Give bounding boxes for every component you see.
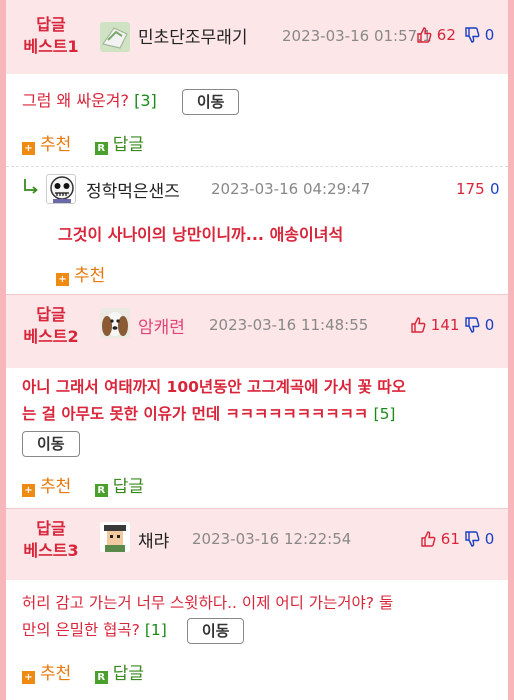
upvote-count: 61 xyxy=(440,530,460,548)
upvote-button[interactable]: 61 xyxy=(420,530,460,548)
comment-actions: + 추천 xyxy=(56,261,123,286)
comment-list: 답글 베스트1 민초단조무래기 2023-03-16 01:57:1 62 0 … xyxy=(6,0,508,700)
avatar[interactable] xyxy=(100,308,130,338)
recommend-button[interactable]: + 추천 xyxy=(56,261,105,286)
timestamp: 2023-03-16 01:57:1 xyxy=(282,27,432,45)
reply-button[interactable]: R 답글 xyxy=(94,130,144,155)
downvote-button[interactable]: 0 xyxy=(464,530,494,548)
upvote-count: 141 xyxy=(430,316,460,334)
move-button[interactable]: 이동 xyxy=(181,88,240,115)
best-label-1: 답글 베스트1 xyxy=(23,15,79,56)
comment-actions: + 추천 R 답글 xyxy=(22,472,162,497)
upvote-count: 62 xyxy=(436,26,456,44)
thumbs-down-icon xyxy=(465,27,480,43)
upvote-button[interactable]: 62 xyxy=(416,26,456,44)
reply-count[interactable]: [5] xyxy=(374,405,396,423)
reply-r-icon: R xyxy=(94,671,108,684)
comment-text: 허리 감고 가는거 너무 스윗하다.. 이제 어디 가는거야? 둘 만의 은밀한… xyxy=(22,590,393,644)
plus-icon: + xyxy=(22,671,35,684)
recommend-button[interactable]: + 추천 xyxy=(22,659,71,684)
reply-r-icon: R xyxy=(94,142,108,155)
reply-button[interactable]: R 답글 xyxy=(94,472,144,497)
recommend-button[interactable]: + 추천 xyxy=(22,130,71,155)
upvote-button[interactable]: 141 xyxy=(410,316,459,334)
avatar[interactable] xyxy=(100,522,130,552)
downvote-count: 0 xyxy=(484,530,495,548)
downvote-count: 0 xyxy=(484,316,495,334)
thumbs-up-icon xyxy=(417,27,432,43)
comment-actions: + 추천 R 답글 xyxy=(22,130,162,155)
downvote-button[interactable]: 0 xyxy=(464,26,494,44)
reply-r-icon: R xyxy=(94,484,108,497)
thumbs-up-icon xyxy=(421,531,436,547)
move-button[interactable]: 이동 xyxy=(186,617,245,644)
plus-icon: + xyxy=(22,142,35,155)
plus-icon: + xyxy=(22,484,35,497)
best-comment-header-2: 답글 베스트2 암캐련 2023-03-16 11:48:55 141 0 xyxy=(6,294,508,368)
thumbs-up-icon xyxy=(411,317,426,333)
comment-text: 그럼 왜 싸운겨? [3] 이동 xyxy=(22,87,240,115)
reply-count[interactable]: [3] xyxy=(134,91,157,110)
thumbs-down-icon xyxy=(465,531,480,547)
comment-actions: + 추천 R 답글 xyxy=(22,659,162,684)
best-label-2: 답글 베스트2 xyxy=(23,305,79,346)
downvote-count: 0 xyxy=(484,26,495,44)
best-comment-header-3: 답글 베스트3 채랴 2023-03-16 12:22:54 61 0 xyxy=(6,508,508,580)
nickname[interactable]: 민초단조무래기 xyxy=(138,23,247,48)
reply-button[interactable]: R 답글 xyxy=(94,659,144,684)
best-label-3: 답글 베스트3 xyxy=(23,519,79,560)
timestamp: 2023-03-16 12:22:54 xyxy=(192,530,352,548)
downvote-count[interactable]: 0 xyxy=(490,180,500,198)
move-button[interactable]: 이동 xyxy=(22,430,80,457)
upvote-count[interactable]: 175 xyxy=(456,180,485,198)
best-comment-header-1: 답글 베스트1 민초단조무래기 2023-03-16 01:57:1 62 0 xyxy=(6,0,508,74)
recommend-button[interactable]: + 추천 xyxy=(22,472,71,497)
timestamp: 2023-03-16 11:48:55 xyxy=(209,316,369,334)
thumbs-down-icon xyxy=(465,317,480,333)
reply-count[interactable]: [1] xyxy=(145,621,167,639)
nickname[interactable]: 암캐련 xyxy=(138,313,185,338)
avatar[interactable] xyxy=(100,22,130,52)
comment-text: 그것이 사나이의 낭만이니까... 애송이녀석 xyxy=(58,225,344,244)
plus-icon: + xyxy=(56,273,69,286)
avatar[interactable] xyxy=(46,174,76,204)
timestamp: 2023-03-16 04:29:47 xyxy=(211,180,371,198)
nickname[interactable]: 채랴 xyxy=(138,527,169,552)
comment-text: 아니 그래서 여태까지 100년동안 고그계곡에 가서 꽃 따오 는 걸 아무도… xyxy=(22,374,406,457)
nickname[interactable]: 정학먹은샌즈 xyxy=(86,177,180,202)
reply-arrow-icon xyxy=(24,179,38,194)
downvote-button[interactable]: 0 xyxy=(464,316,494,334)
divider xyxy=(6,166,508,167)
